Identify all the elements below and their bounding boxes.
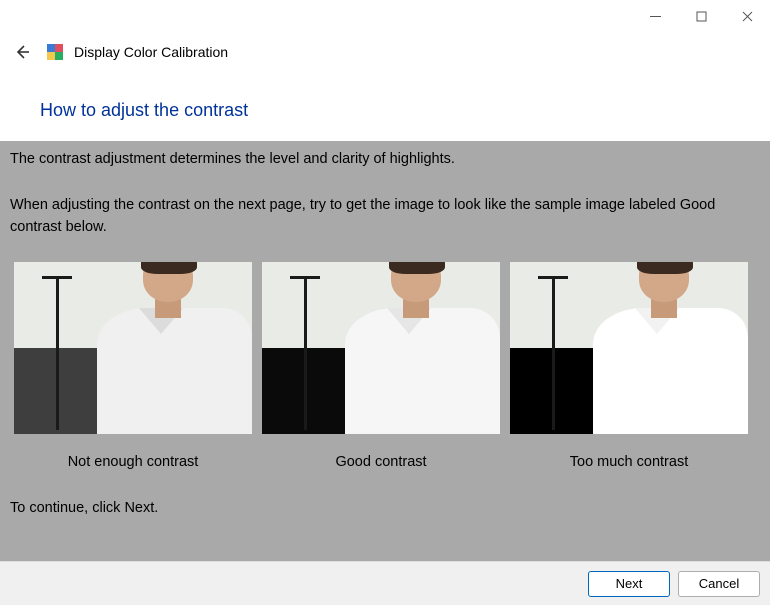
- continue-text: To continue, click Next.: [10, 500, 760, 516]
- next-button[interactable]: Next: [588, 571, 670, 597]
- sample-caption: Not enough contrast: [68, 454, 199, 470]
- instruction-text: When adjusting the contrast on the next …: [10, 195, 760, 239]
- content-area: The contrast adjustment determines the l…: [0, 141, 770, 561]
- footer: Next Cancel: [0, 561, 770, 605]
- minimize-icon: [650, 11, 661, 22]
- sample-caption: Too much contrast: [570, 454, 688, 470]
- window-titlebar: [0, 0, 770, 32]
- cancel-button[interactable]: Cancel: [678, 571, 760, 597]
- heading-area: How to adjust the contrast: [0, 72, 770, 141]
- app-icon: [46, 43, 64, 61]
- sample-caption: Good contrast: [335, 454, 426, 470]
- sample-not-enough: Not enough contrast: [14, 262, 252, 470]
- back-arrow-icon: [13, 43, 31, 61]
- sample-image-too-much: [510, 262, 748, 434]
- intro-text: The contrast adjustment determines the l…: [10, 149, 760, 171]
- back-button[interactable]: [8, 38, 36, 66]
- app-title: Display Color Calibration: [74, 44, 228, 60]
- close-icon: [742, 11, 753, 22]
- sample-good: Good contrast: [262, 262, 500, 470]
- maximize-icon: [696, 11, 707, 22]
- sample-row: Not enough contrast Good contrast: [14, 262, 760, 470]
- color-calibration-icon: [47, 44, 63, 60]
- header: Display Color Calibration: [0, 32, 770, 72]
- sample-image-not-enough: [14, 262, 252, 434]
- sample-image-good: [262, 262, 500, 434]
- maximize-button[interactable]: [678, 0, 724, 32]
- page-heading: How to adjust the contrast: [40, 100, 760, 121]
- sample-too-much: Too much contrast: [510, 262, 748, 470]
- close-button[interactable]: [724, 0, 770, 32]
- minimize-button[interactable]: [632, 0, 678, 32]
- window-controls: [632, 0, 770, 32]
